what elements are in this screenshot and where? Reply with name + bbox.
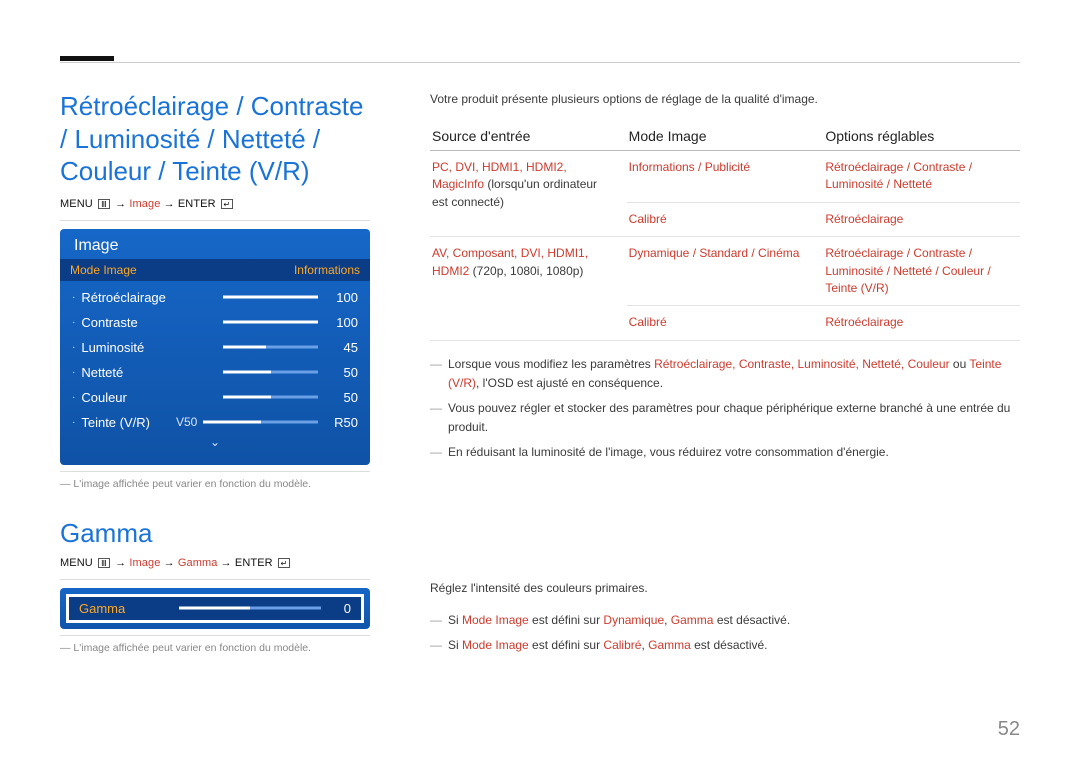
osd-label: Luminosité bbox=[81, 340, 197, 355]
divider bbox=[60, 220, 370, 221]
menu-seg-image: Image bbox=[129, 557, 160, 569]
menu-seg-gamma: Gamma bbox=[178, 557, 218, 569]
osd-value: 50 bbox=[318, 365, 358, 380]
osd-label: Contraste bbox=[81, 315, 197, 330]
osd-row-backlight[interactable]: · Rétroéclairage 100 bbox=[72, 285, 358, 310]
osd-row-tint[interactable]: · Teinte (V/R) V50 R50 bbox=[72, 410, 358, 435]
osd-tabs: Mode Image Informations bbox=[60, 259, 370, 281]
chapter-tab bbox=[60, 56, 114, 61]
enter-icon: ↵ bbox=[278, 558, 290, 568]
th-mode: Mode Image bbox=[627, 122, 824, 151]
menu-path-gamma: MENU Ⅲ → Image → Gamma → ENTER ↵ bbox=[60, 557, 370, 569]
list-item: ― Vous pouvez régler et stocker des para… bbox=[430, 399, 1020, 437]
section-heading-gamma: Gamma bbox=[60, 518, 370, 549]
osd-row-contrast[interactable]: · Contraste 100 bbox=[72, 310, 358, 335]
osd-image-panel: Image Mode Image Informations · Rétroécl… bbox=[60, 229, 370, 465]
section-heading: Rétroéclairage / Contraste / Luminosité … bbox=[60, 90, 370, 188]
model-note: ― L'image affichée peut varier en foncti… bbox=[60, 478, 370, 490]
menu-seg-image: Image bbox=[129, 198, 160, 210]
divider bbox=[60, 579, 370, 580]
cell-mode-info: Informations / Publicité bbox=[629, 160, 750, 174]
osd-label: Netteté bbox=[81, 365, 197, 380]
osd-settings-list: · Rétroéclairage 100 · Contraste 100 · L… bbox=[60, 281, 370, 465]
osd-value: 50 bbox=[318, 390, 358, 405]
bullet-icon: · bbox=[72, 392, 75, 403]
osd-slider[interactable] bbox=[223, 292, 318, 302]
osd-slider[interactable] bbox=[223, 342, 318, 352]
gamma-label: Gamma bbox=[79, 601, 179, 616]
osd-row-color[interactable]: · Couleur 50 bbox=[72, 385, 358, 410]
gamma-slider[interactable] bbox=[179, 603, 321, 613]
osd-slider[interactable] bbox=[223, 392, 318, 402]
list-item: ― Lorsque vous modifiez les paramètres R… bbox=[430, 355, 1020, 393]
notes-list: ― Lorsque vous modifiez les paramètres R… bbox=[430, 355, 1020, 463]
osd-value: 100 bbox=[318, 290, 358, 305]
osd-value: 100 bbox=[318, 315, 358, 330]
cell-source-av-note: (720p, 1080i, 1080p) bbox=[469, 264, 583, 278]
enter-icon: ↵ bbox=[221, 199, 233, 209]
bullet-icon: · bbox=[72, 292, 75, 303]
cell-mode-calibre: Calibré bbox=[629, 212, 667, 226]
intro-text: Votre produit présente plusieurs options… bbox=[430, 90, 1020, 108]
gamma-intro: Réglez l'intensité des couleurs primaire… bbox=[430, 579, 1020, 597]
model-note: ― L'image affichée peut varier en foncti… bbox=[60, 642, 370, 654]
osd-row-gamma[interactable]: Gamma 0 bbox=[66, 594, 364, 623]
options-table: Source d'entrée Mode Image Options régla… bbox=[430, 122, 1020, 341]
osd-gamma-panel: Gamma 0 bbox=[60, 588, 370, 629]
osd-slider[interactable] bbox=[223, 317, 318, 327]
th-options: Options réglables bbox=[823, 122, 1020, 151]
cell-opts-4: Rétroéclairage bbox=[825, 315, 903, 329]
cell-mode-calibre2: Calibré bbox=[629, 315, 667, 329]
cell-mode-dyn: Dynamique / Standard / Cinéma bbox=[629, 246, 800, 260]
osd-tab-informations[interactable]: Informations bbox=[294, 263, 360, 277]
osd-tab-mode-image[interactable]: Mode Image bbox=[70, 263, 294, 277]
menu-label: MENU bbox=[60, 557, 93, 569]
top-rule bbox=[60, 62, 1020, 63]
menu-path-image: MENU Ⅲ → Image → ENTER ↵ bbox=[60, 198, 370, 210]
osd-row-sharpness[interactable]: · Netteté 50 bbox=[72, 360, 358, 385]
gamma-value: 0 bbox=[321, 601, 351, 616]
osd-slider[interactable] bbox=[223, 367, 318, 377]
osd-label: Teinte (V/R) bbox=[81, 415, 171, 430]
table-row: AV, Composant, DVI, HDMI1, HDMI2 (720p, … bbox=[430, 237, 1020, 306]
cell-opts-3: Rétroéclairage / Contraste / Luminosité … bbox=[825, 246, 990, 295]
cell-opts-1: Rétroéclairage / Contraste / Luminosité … bbox=[825, 160, 972, 191]
th-source: Source d'entrée bbox=[430, 122, 627, 151]
osd-row-brightness[interactable]: · Luminosité 45 bbox=[72, 335, 358, 360]
menu-seg-enter: ENTER bbox=[235, 557, 273, 569]
list-item: ― En réduisant la luminosité de l'image,… bbox=[430, 443, 1020, 462]
left-column: Rétroéclairage / Contraste / Luminosité … bbox=[60, 90, 400, 661]
chevron-down-icon[interactable]: ⌄ bbox=[72, 435, 358, 455]
divider bbox=[60, 635, 370, 636]
osd-slider[interactable] bbox=[203, 417, 318, 427]
gamma-notes: ― Si Mode Image est défini sur Dynamique… bbox=[430, 611, 1020, 655]
osd-title: Image bbox=[60, 229, 370, 259]
list-item: ― Si Mode Image est défini sur Dynamique… bbox=[430, 611, 1020, 630]
right-column: Votre produit présente plusieurs options… bbox=[400, 90, 1020, 661]
menu-seg-enter: ENTER bbox=[178, 198, 216, 210]
menu-icon: Ⅲ bbox=[98, 199, 110, 209]
table-row: PC, DVI, HDMI1, HDMI2, MagicInfo (lorsqu… bbox=[430, 151, 1020, 203]
divider bbox=[60, 471, 370, 472]
osd-label: Couleur bbox=[81, 390, 197, 405]
cell-opts-2: Rétroéclairage bbox=[825, 212, 903, 226]
bullet-icon: · bbox=[72, 417, 75, 428]
list-item: ― Si Mode Image est défini sur Calibré, … bbox=[430, 636, 1020, 655]
osd-value: 45 bbox=[318, 340, 358, 355]
page-number: 52 bbox=[998, 718, 1020, 741]
menu-icon: Ⅲ bbox=[98, 558, 110, 568]
bullet-icon: · bbox=[72, 367, 75, 378]
menu-label: MENU bbox=[60, 198, 93, 210]
bullet-icon: · bbox=[72, 342, 75, 353]
tint-left: V50 bbox=[171, 415, 203, 429]
bullet-icon: · bbox=[72, 317, 75, 328]
tint-right: R50 bbox=[318, 415, 358, 430]
osd-label: Rétroéclairage bbox=[81, 290, 197, 305]
